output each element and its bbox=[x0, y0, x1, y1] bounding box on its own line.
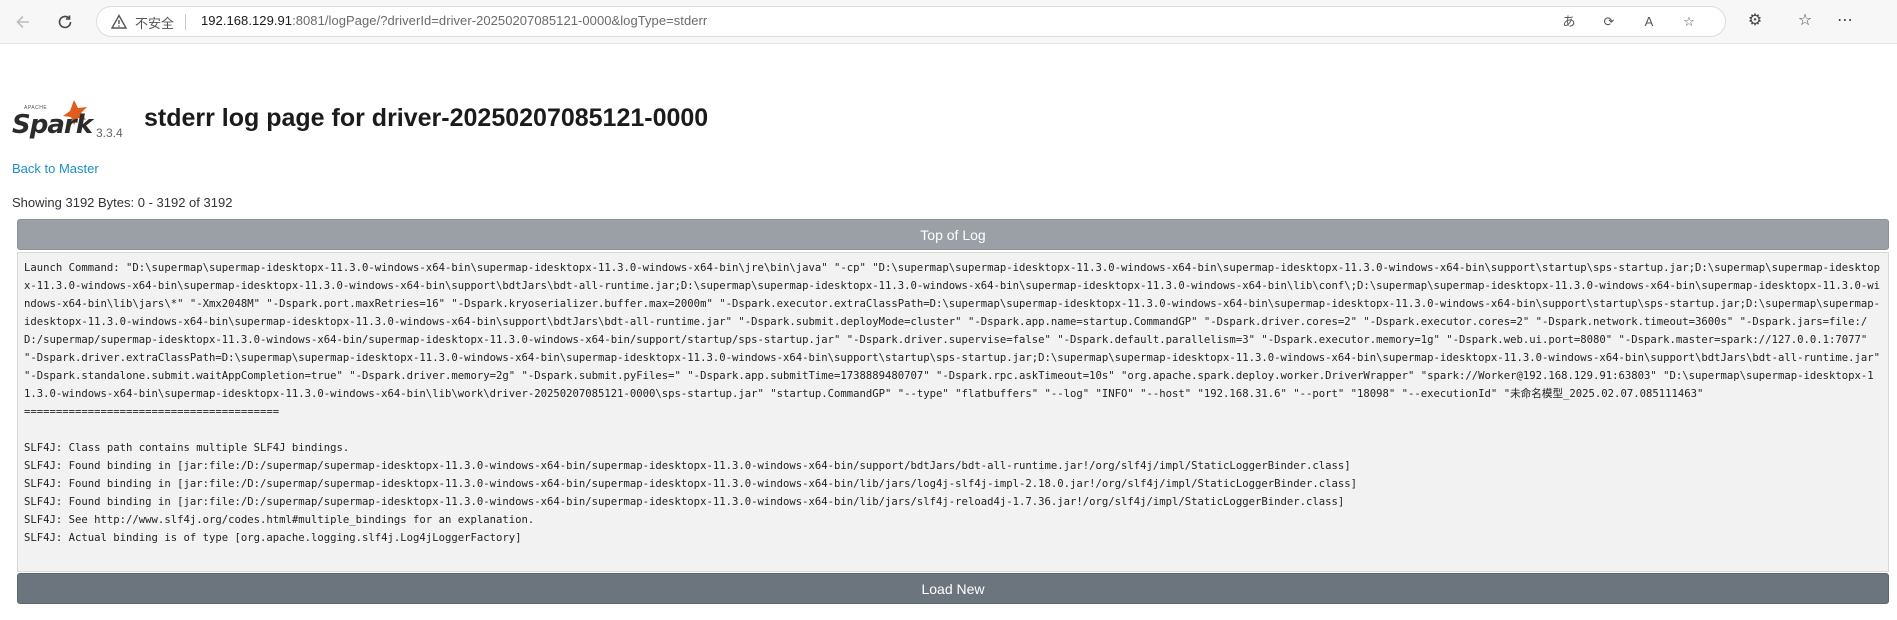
top-of-log-button[interactable]: Top of Log bbox=[17, 219, 1889, 250]
page-title: stderr log page for driver-2025020708512… bbox=[144, 104, 709, 132]
refresh-page-icon[interactable]: ⟳ bbox=[1599, 13, 1619, 31]
log-text: Launch Command: "D:\supermap\supermap-id… bbox=[24, 262, 1880, 544]
bytes-showing-label: Showing 3192 Bytes: 0 - 3192 of 3192 bbox=[12, 195, 233, 210]
reload-icon[interactable] bbox=[52, 9, 78, 35]
address-bar[interactable]: 不安全 192.168.129.91:8081/logPage/?driverI… bbox=[96, 6, 1726, 37]
security-label[interactable]: 不安全 bbox=[135, 13, 174, 32]
address-separator bbox=[185, 14, 186, 30]
log-content-box[interactable]: Launch Command: "D:\supermap\supermap-id… bbox=[17, 252, 1889, 572]
translate-icon[interactable]: あ bbox=[1559, 13, 1579, 31]
back-to-master-link[interactable]: Back to Master bbox=[12, 161, 99, 176]
url-path: :8081/logPage/?driverId=driver-202502070… bbox=[292, 13, 708, 28]
url-text[interactable]: 192.168.129.91:8081/logPage/?driverId=dr… bbox=[201, 13, 707, 28]
back-arrow-icon[interactable] bbox=[10, 9, 36, 35]
spark-logo-text: Spark bbox=[12, 110, 93, 140]
browser-toolbar: 不安全 192.168.129.91:8081/logPage/?driverI… bbox=[0, 0, 1897, 44]
version-label: 3.3.4 bbox=[96, 126, 123, 140]
more-options-icon[interactable]: ⋯ bbox=[1834, 10, 1856, 32]
load-new-button[interactable]: Load New bbox=[17, 573, 1889, 604]
favorites-icon[interactable]: ☆ bbox=[1794, 10, 1816, 32]
warning-icon[interactable] bbox=[111, 14, 127, 30]
extensions-icon[interactable]: ⚙ bbox=[1744, 10, 1766, 32]
favorite-star-icon[interactable]: ☆ bbox=[1679, 13, 1699, 31]
url-host: 192.168.129.91 bbox=[201, 13, 293, 28]
read-aloud-icon[interactable]: A bbox=[1639, 13, 1659, 31]
